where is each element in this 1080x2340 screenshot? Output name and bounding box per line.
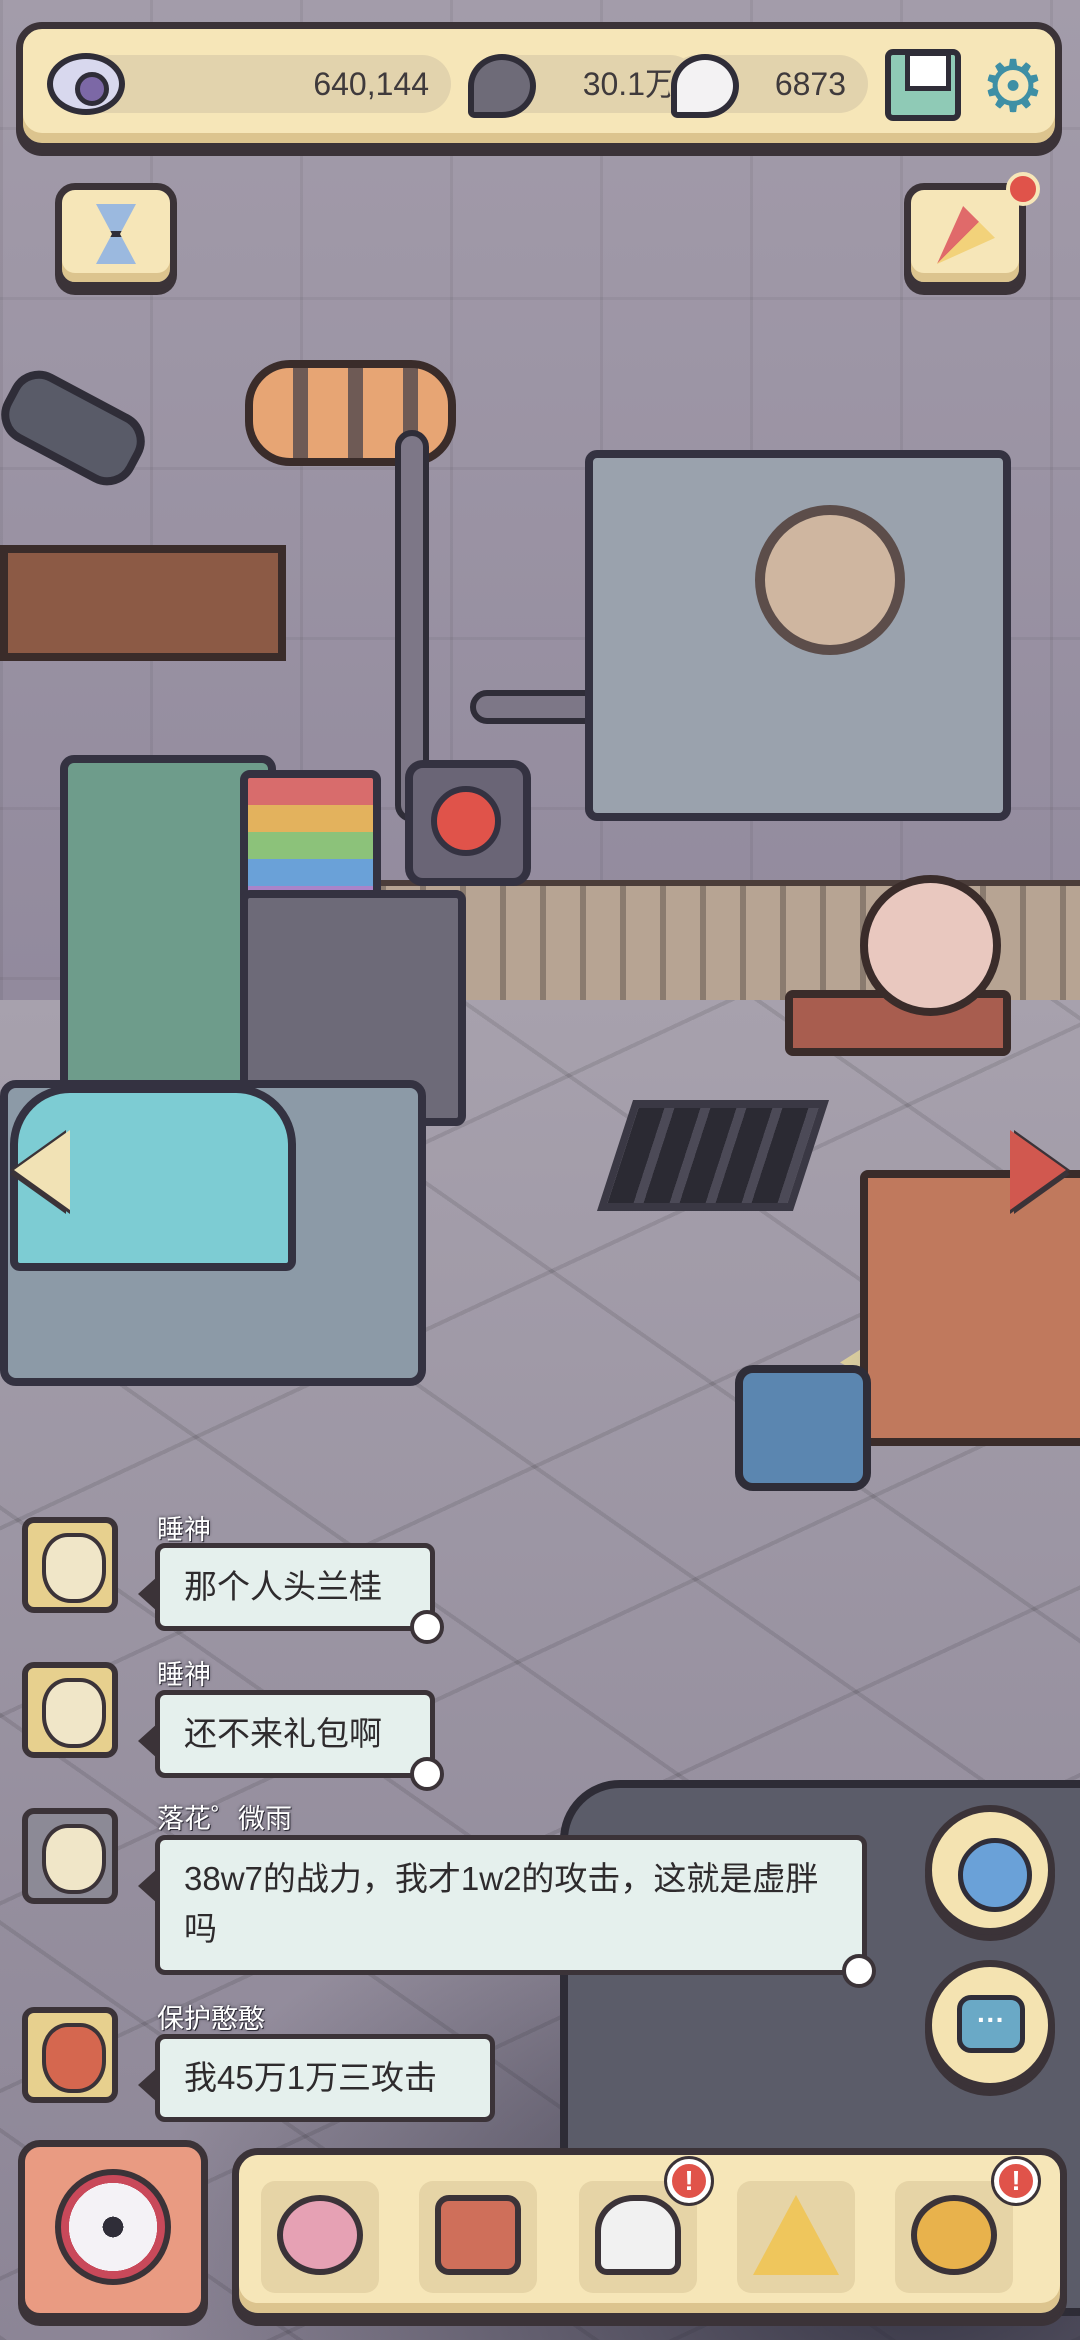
chat-text: 那个人头兰桂 xyxy=(184,1568,382,1605)
ghost-emote-icon xyxy=(410,1610,444,1644)
chat-bubble: 那个人头兰桂 xyxy=(138,1543,444,1644)
alert-badge: ! xyxy=(991,2156,1041,2206)
chat-text: 我45万1万三攻击 xyxy=(184,2059,438,2096)
chat-button[interactable]: ··· xyxy=(925,1960,1055,2090)
eye-icon[interactable] xyxy=(47,53,125,115)
chat-bubble: 38w7的战力，我才1w2的攻击，这就是虚胖吗 xyxy=(138,1835,876,1988)
skull-specimen[interactable] xyxy=(860,875,1001,1016)
event-button[interactable] xyxy=(904,183,1026,289)
gear-icon[interactable]: ⚙ xyxy=(976,49,1050,123)
red-alarm-button[interactable] xyxy=(405,760,531,886)
nav-key[interactable] xyxy=(895,2181,1013,2293)
chat-bubble-icon: ··· xyxy=(957,1995,1025,2053)
chat-text: 38w7的战力，我才1w2的攻击，这就是虚胖吗 xyxy=(184,1860,819,1947)
avatar[interactable] xyxy=(22,1662,118,1758)
scroll-right-arrow[interactable] xyxy=(1010,1130,1066,1210)
game-scene xyxy=(0,0,1080,2340)
ghost-emote-icon xyxy=(410,1757,444,1791)
bottom-nav-bar: ! ! xyxy=(232,2148,1067,2320)
blue-robot[interactable] xyxy=(735,1365,871,1491)
hourglass-icon xyxy=(96,204,136,264)
notification-dot xyxy=(1006,172,1040,206)
cage-dial xyxy=(755,505,905,655)
backpack-icon xyxy=(435,2195,521,2275)
avatar[interactable] xyxy=(22,1517,118,1613)
explore-button[interactable] xyxy=(925,1805,1055,1935)
snail-icon xyxy=(277,2195,363,2275)
soul-currency-icon xyxy=(468,54,536,118)
resource-bar: 640,144 30.1万 6873 ⚙ xyxy=(16,22,1062,150)
pyramid-eye-icon xyxy=(753,2195,839,2275)
mail-icon[interactable] xyxy=(885,49,961,121)
planet-icon xyxy=(958,1838,1032,1912)
alert-badge: ! xyxy=(664,2156,714,2206)
main-menu-button[interactable] xyxy=(18,2140,208,2320)
chat-username: 睡神 xyxy=(157,1660,211,1690)
scroll-left-arrow[interactable] xyxy=(14,1130,70,1210)
ghost-emote-icon xyxy=(842,1954,876,1988)
nav-backpack[interactable] xyxy=(419,2181,537,2293)
avatar[interactable] xyxy=(22,2007,118,2103)
chat-username: 落花゜微雨 xyxy=(157,1804,292,1834)
fan-medallion-icon xyxy=(55,2169,171,2285)
bust-statue-icon xyxy=(595,2195,681,2275)
chat-username: 睡神 xyxy=(157,1515,211,1545)
ghost-currency-icon xyxy=(671,54,739,118)
chat-text: 还不来礼包啊 xyxy=(184,1715,382,1752)
wooden-crates[interactable] xyxy=(860,1170,1080,1446)
nav-snail[interactable] xyxy=(261,2181,379,2293)
chat-bubble: 我45万1万三攻击 xyxy=(138,2034,495,2122)
avatar[interactable] xyxy=(22,1808,118,1904)
party-popper-icon xyxy=(937,206,995,264)
chat-username: 保护憨憨 xyxy=(157,2004,265,2034)
chat-bubble: 还不来礼包啊 xyxy=(138,1690,444,1791)
wooden-shelf xyxy=(0,545,286,661)
nav-pyramid[interactable] xyxy=(737,2181,855,2293)
floor-vent xyxy=(596,1100,830,1211)
hourglass-button[interactable] xyxy=(55,183,177,289)
key-icon xyxy=(911,2195,997,2275)
